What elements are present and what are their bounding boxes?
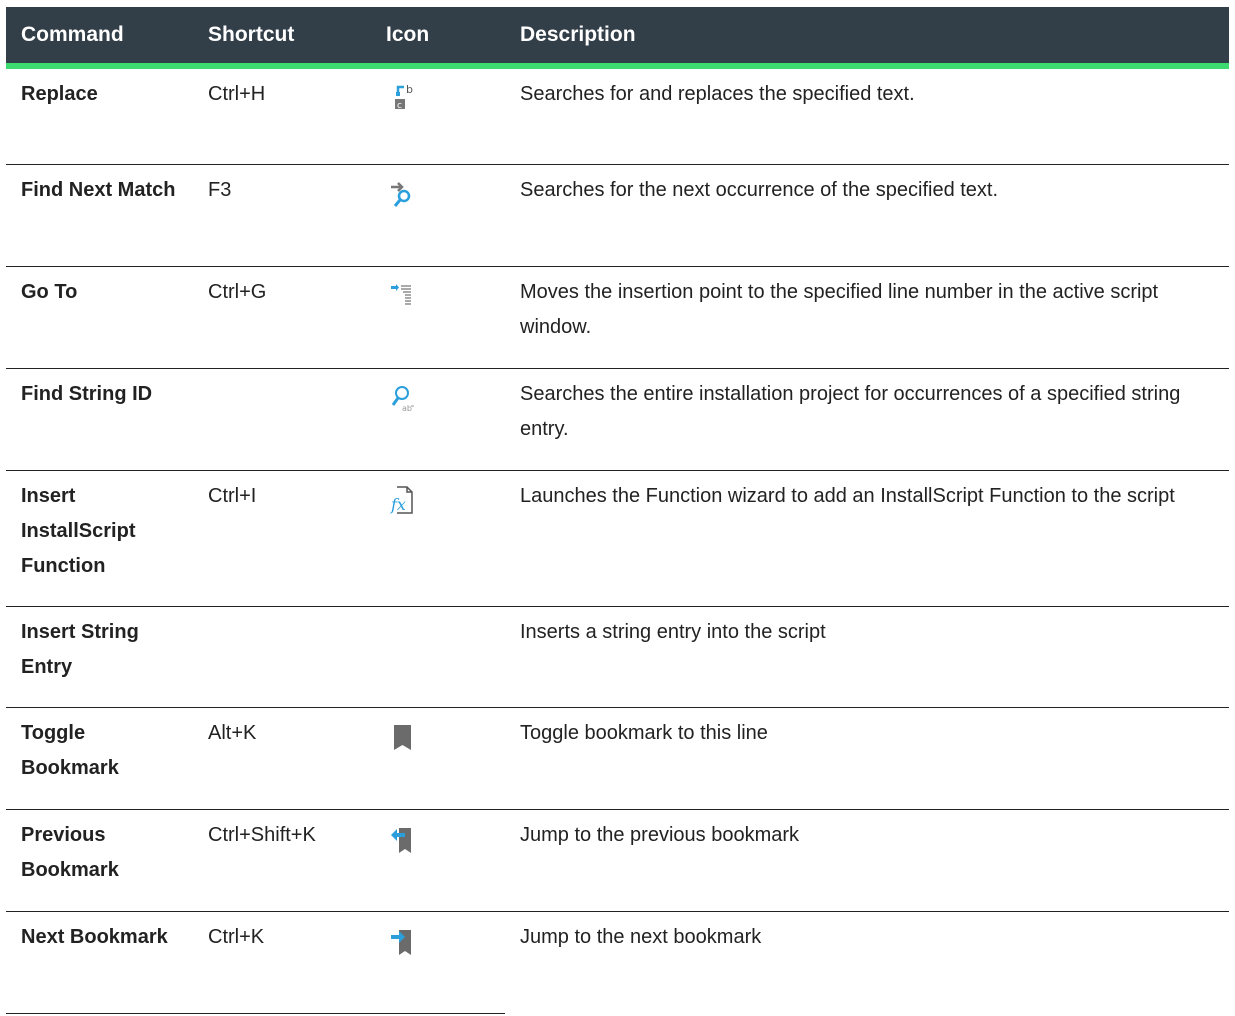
icon-cell <box>371 164 505 267</box>
command-cell: Find String ID <box>6 368 193 471</box>
description-cell: Searches for and replaces the specified … <box>505 66 1229 165</box>
description-cell: Jump to the next bookmark <box>520 925 762 948</box>
function-icon: fx <box>389 485 415 515</box>
go-to-icon <box>389 281 415 311</box>
icon-cell: b c <box>371 66 505 165</box>
command-cell: Previous Bookmark <box>6 809 193 912</box>
table-row: Toggle Bookmark Alt+K Toggle bookmark to… <box>6 707 1229 810</box>
command-cell: Go To <box>6 266 193 369</box>
description-cell: Searches for the next occurrence of the … <box>505 164 1229 267</box>
command-cell: Next Bookmark <box>6 911 193 1014</box>
shortcut-cell: Ctrl+H <box>193 66 371 165</box>
command-cell: Replace <box>6 66 193 165</box>
shortcut-cell: Ctrl+G <box>193 266 371 369</box>
find-next-icon <box>389 179 415 209</box>
shortcut-cell: Ctrl+Shift+K <box>193 809 371 912</box>
table-row: Find String ID ab Searches the entire in… <box>6 368 1229 471</box>
shortcut-cell <box>193 606 371 708</box>
svg-text:b: b <box>406 83 413 96</box>
description-cell: Toggle bookmark to this line <box>505 707 1229 810</box>
description-cell: Jump to the previous bookmark <box>505 809 1229 912</box>
command-cell: Toggle Bookmark <box>6 707 193 810</box>
command-cell: Find Next Match <box>6 164 193 267</box>
shortcut-cell: F3 <box>193 164 371 267</box>
icon-cell: ab <box>371 368 505 471</box>
description-cell: Searches the entire installation project… <box>505 368 1229 471</box>
icon-cell <box>371 606 505 708</box>
header-icon: Icon <box>371 7 505 69</box>
table-row: Insert InstallScript Function Ctrl+I fx … <box>6 470 1229 607</box>
table-body: Replace Ctrl+H b c Searches for and repl… <box>6 66 1229 1014</box>
replace-icon: b c <box>389 83 415 113</box>
table-row: Insert String Entry Inserts a string ent… <box>6 606 1229 708</box>
table-row: Go To Ctrl+G Moves the insertion point t… <box>6 266 1229 369</box>
header-description: Description <box>505 7 1229 69</box>
header-row: Command Shortcut Icon Description <box>6 7 1229 69</box>
command-cell: Insert String Entry <box>6 606 193 708</box>
icon-cell: fx <box>371 470 505 607</box>
bookmark-icon <box>389 722 415 752</box>
icon-cell <box>371 266 505 369</box>
shortcut-cell: Alt+K <box>193 707 371 810</box>
description-cell: Moves the insertion point to the specifi… <box>505 266 1229 369</box>
icon-cell <box>371 911 505 1014</box>
description-cell: Inserts a string entry into the script <box>505 606 1229 708</box>
command-cell: Insert InstallScript Function <box>6 470 193 607</box>
table-row: Next Bookmark Ctrl+K Jump to the next bo… <box>6 911 1229 1014</box>
icon-cell <box>371 707 505 810</box>
table-row: Previous Bookmark Ctrl+Shift+K Jump to t… <box>6 809 1229 912</box>
shortcut-cell: Ctrl+K <box>193 911 371 1014</box>
table-row: Find Next Match F3 Searches for the next… <box>6 164 1229 267</box>
next-bookmark-icon <box>389 926 415 956</box>
description-cell: Launches the Function wizard to add an I… <box>505 470 1229 607</box>
table-header: Command Shortcut Icon Description <box>6 7 1229 69</box>
svg-text:c: c <box>397 101 402 111</box>
header-shortcut: Shortcut <box>193 7 371 69</box>
icon-cell <box>371 809 505 912</box>
svg-text:ab: ab <box>402 404 412 413</box>
svg-text:fx: fx <box>390 495 406 514</box>
previous-bookmark-icon <box>389 824 415 854</box>
shortcut-cell <box>193 368 371 471</box>
shortcut-cell: Ctrl+I <box>193 470 371 607</box>
commands-table: Command Shortcut Icon Description Replac… <box>6 7 1229 1014</box>
header-command: Command <box>6 7 193 69</box>
table-row: Replace Ctrl+H b c Searches for and repl… <box>6 66 1229 165</box>
find-string-icon: ab <box>389 383 415 413</box>
